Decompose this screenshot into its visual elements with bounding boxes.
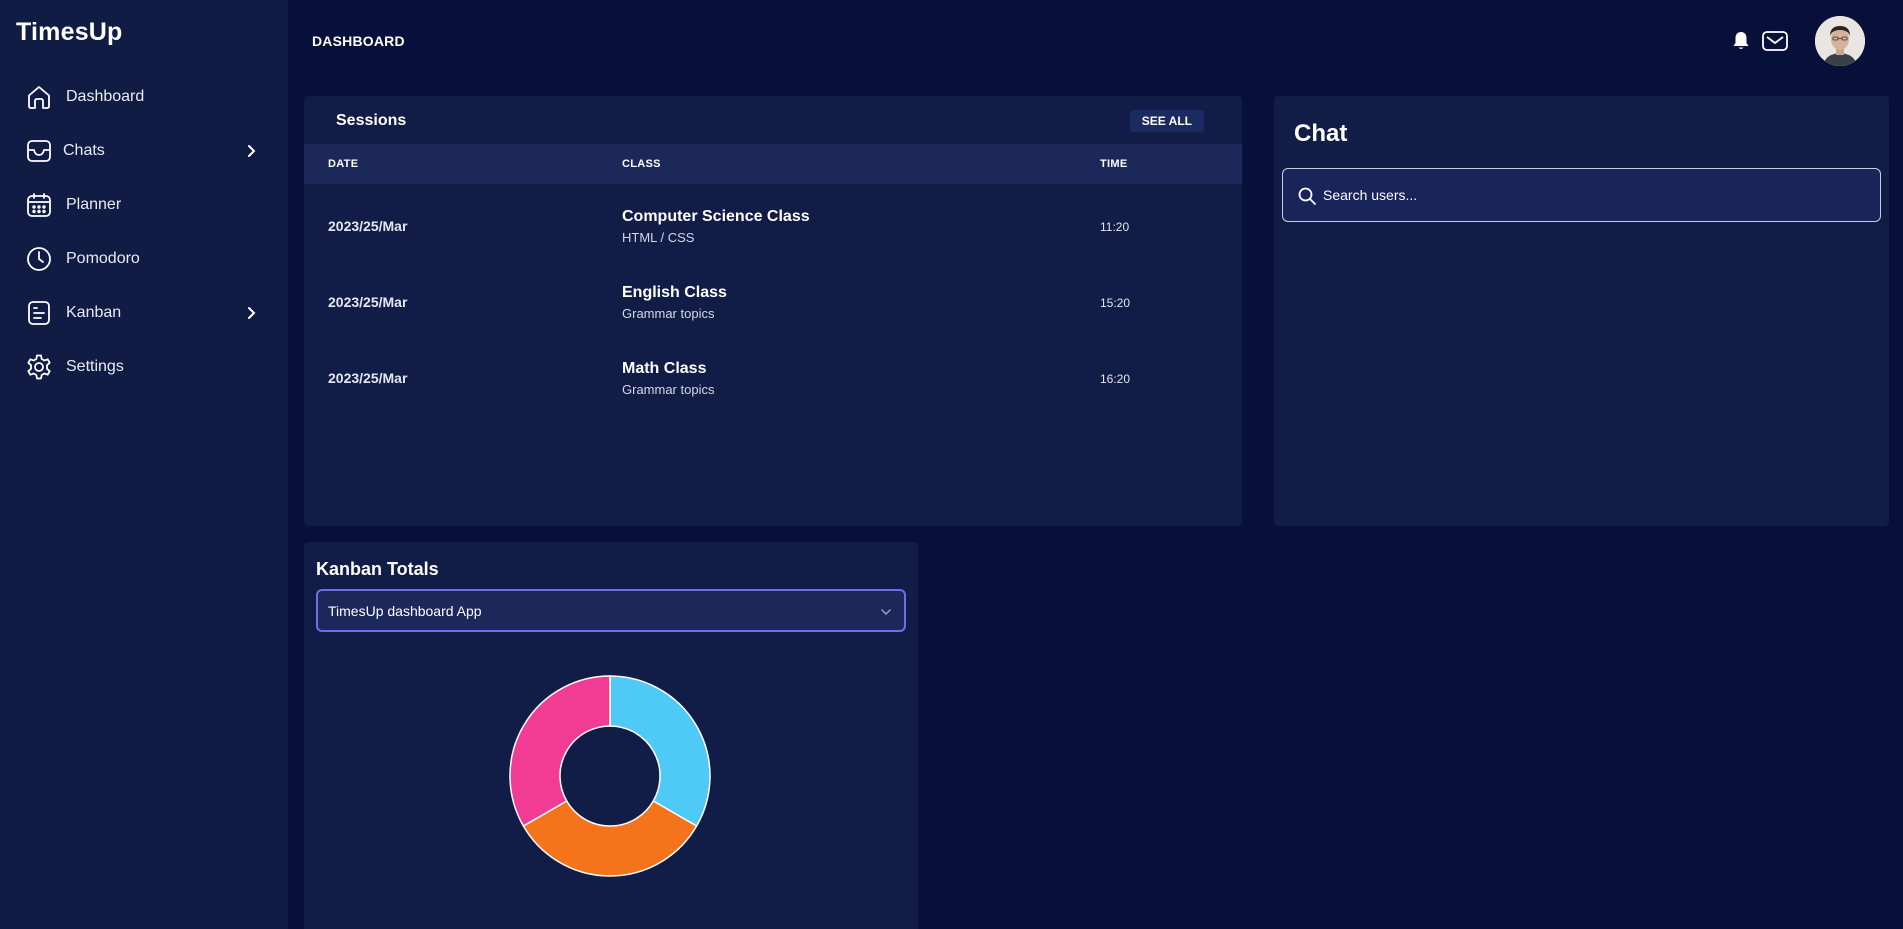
sessions-table-body: 2023/25/Mar Computer Science Class HTML … <box>304 184 1242 412</box>
sidebar-item-label: Dashboard <box>66 88 145 105</box>
donut-slice-2[interactable] <box>509 675 611 828</box>
session-class-name: Computer Science Class <box>622 208 810 225</box>
sidebar-nav: Dashboard Chats Planner Pomodoro Kanban … <box>0 70 288 394</box>
chevron-right-icon <box>244 306 258 320</box>
chat-search-box <box>1282 168 1881 222</box>
session-time: 11:20 <box>1100 220 1130 234</box>
sidebar: TimesUp Dashboard Chats Planner Pomodoro… <box>0 0 288 929</box>
table-row[interactable]: 2023/25/Mar Computer Science Class HTML … <box>304 184 1242 260</box>
column-header-class[interactable]: CLASS <box>622 158 661 170</box>
session-class: Computer Science Class HTML / CSS <box>622 208 810 245</box>
sidebar-item-planner[interactable]: Planner <box>0 178 288 232</box>
session-class-subtitle: HTML / CSS <box>622 230 695 245</box>
mail-icon[interactable] <box>1761 29 1789 53</box>
document-icon <box>24 298 54 328</box>
sidebar-item-label: Pomodoro <box>66 250 140 267</box>
session-class: Math Class Grammar topics <box>622 360 714 397</box>
sessions-title: Sessions <box>336 112 407 129</box>
page-title: DASHBOARD <box>312 33 405 49</box>
session-time: 16:20 <box>1100 372 1131 386</box>
session-class-subtitle: Grammar topics <box>622 382 715 397</box>
session-class-name: Math Class <box>622 360 707 377</box>
brand-logo[interactable]: TimesUp <box>16 18 123 47</box>
sidebar-item-label: Settings <box>66 358 124 375</box>
gear-icon <box>24 352 54 382</box>
donut-slice-1[interactable] <box>522 799 698 877</box>
sidebar-item-label: Planner <box>66 196 122 213</box>
inbox-icon <box>24 136 54 166</box>
table-row[interactable]: 2023/25/Mar English Class Grammar topics… <box>304 260 1242 336</box>
sessions-header: Sessions SEE ALL <box>304 96 1242 144</box>
bell-icon[interactable] <box>1729 29 1753 53</box>
chevron-right-icon <box>244 144 258 158</box>
session-class: English Class Grammar topics <box>622 284 727 321</box>
search-icon <box>1297 186 1317 206</box>
session-class-subtitle: Grammar topics <box>622 306 715 321</box>
sidebar-item-label: Kanban <box>66 304 122 321</box>
sidebar-item-settings[interactable]: Settings <box>0 340 288 394</box>
table-row[interactable]: 2023/25/Mar Math Class Grammar topics 16… <box>304 336 1242 412</box>
column-header-time[interactable]: TIME <box>1100 158 1127 170</box>
donut-slice-0[interactable] <box>609 675 711 828</box>
session-class-name: English Class <box>622 284 727 301</box>
header-actions <box>1729 16 1865 66</box>
kanban-donut-chart <box>509 675 711 877</box>
sidebar-item-kanban[interactable]: Kanban <box>0 286 288 340</box>
sidebar-item-pomodoro[interactable]: Pomodoro <box>0 232 288 286</box>
column-header-date[interactable]: DATE <box>328 158 358 170</box>
project-select[interactable]: TimesUp dashboard App <box>316 589 906 632</box>
sessions-table-header: DATE CLASS TIME <box>304 144 1242 184</box>
sidebar-item-chats[interactable]: Chats <box>0 124 288 178</box>
sidebar-item-label: Chats <box>63 142 105 159</box>
search-users-input[interactable] <box>1323 169 1863 221</box>
chat-card: Chat <box>1274 96 1889 526</box>
sessions-card: Sessions SEE ALL DATE CLASS TIME 2023/25… <box>304 96 1242 526</box>
kanban-totals-card: Kanban Totals TimesUp dashboard App <box>304 542 918 929</box>
avatar[interactable] <box>1815 16 1865 66</box>
session-date: 2023/25/Mar <box>328 370 408 386</box>
app: TimesUp Dashboard Chats Planner Pomodoro… <box>0 0 1903 929</box>
calendar-icon <box>24 190 54 220</box>
clock-icon <box>24 244 54 274</box>
sidebar-item-dashboard[interactable]: Dashboard <box>0 70 288 124</box>
chat-title: Chat <box>1294 120 1348 147</box>
chevron-down-icon <box>880 605 892 617</box>
session-time: 15:20 <box>1100 296 1131 310</box>
session-date: 2023/25/Mar <box>328 218 408 234</box>
see-all-button[interactable]: SEE ALL <box>1129 110 1204 132</box>
project-select-value: TimesUp dashboard App <box>328 603 482 619</box>
home-icon <box>24 82 54 112</box>
session-date: 2023/25/Mar <box>328 294 408 310</box>
kanban-title: Kanban Totals <box>316 559 439 579</box>
